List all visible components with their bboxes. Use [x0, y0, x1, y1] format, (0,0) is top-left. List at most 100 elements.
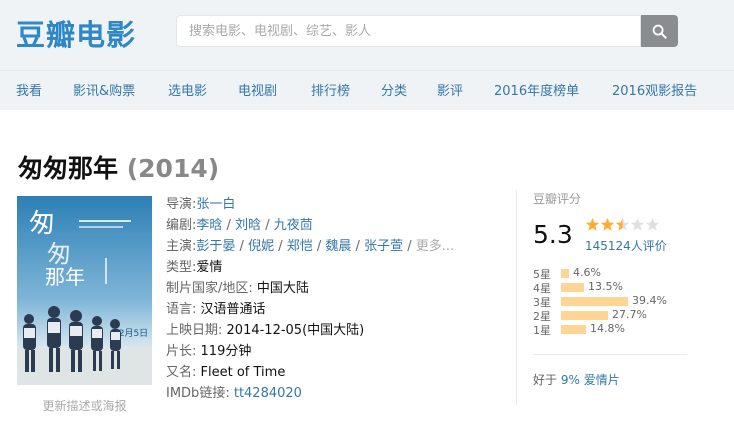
better-than: 好于 9% 爱情片: [533, 371, 620, 388]
separator: /: [351, 239, 365, 254]
better-genre-link[interactable]: 爱情片: [584, 373, 620, 387]
nav-item-reviews[interactable]: 影评: [437, 80, 463, 99]
info-writers: 编剧:李晗 / 刘晗 / 九夜茴: [166, 215, 506, 236]
star-fill-icon: [600, 218, 615, 231]
info-director: 导演:张一白: [166, 194, 506, 215]
separator: /: [261, 218, 274, 233]
rating-dist-pct: 14.8%: [590, 322, 625, 335]
rating-stars: [585, 218, 660, 231]
cast-link[interactable]: 倪妮: [248, 239, 274, 254]
search-button[interactable]: [641, 15, 678, 47]
movie-title: 匆匆那年: [18, 154, 119, 183]
nav-item-mine[interactable]: 我看: [16, 80, 42, 99]
rating-distribution: 5星 4.6% 4星 13.5% 3星 39.4% 2星 27.7% 1星 14.8%: [533, 266, 703, 337]
rating-score: 5.3: [533, 220, 573, 249]
cast-link[interactable]: 郑恺: [287, 239, 313, 254]
writer-link[interactable]: 李晗: [196, 218, 222, 233]
info-language: 语言: 汉语普通话: [166, 299, 506, 320]
separator: /: [403, 239, 416, 254]
info-label: IMDb链接:: [166, 386, 230, 401]
info-imdb: IMDb链接: tt4284020: [166, 383, 506, 404]
info-label: 语言:: [166, 302, 197, 317]
info-label: 制片国家/地区:: [166, 281, 253, 296]
nav-item-annual-list[interactable]: 2016年度榜单: [494, 80, 579, 99]
cast-link[interactable]: 张子萱: [364, 239, 403, 254]
info-label: 类型:: [166, 260, 197, 275]
logo[interactable]: 豆瓣电影: [16, 12, 136, 54]
info-label: 上映日期:: [166, 323, 223, 338]
genre-value: 爱情: [196, 260, 223, 275]
rating-dist-pct: 39.4%: [632, 294, 667, 307]
star-icon: [630, 218, 645, 231]
info-aka: 又名: Fleet of Time: [166, 362, 506, 383]
better-pct-link[interactable]: 9%: [561, 373, 580, 387]
separator: /: [235, 239, 249, 254]
info-runtime: 片长: 119分钟: [166, 341, 506, 362]
info-genre: 类型:爱情: [166, 257, 506, 278]
separator: /: [274, 239, 287, 254]
header-divider: [0, 70, 734, 71]
poster-title-glyph: 匆: [29, 209, 55, 239]
rating-divider: [533, 354, 687, 355]
region-value: 中国大陆: [256, 281, 309, 296]
rating-dist-row: 5星 4.6%: [533, 266, 703, 281]
movie-info: 导演:张一白 编剧:李晗 / 刘晗 / 九夜茴 主演:彭于晏 / 倪妮 / 郑恺…: [166, 194, 506, 404]
nav-item-charts[interactable]: 排行榜: [311, 80, 350, 99]
runtime-value: 119分钟: [200, 344, 252, 359]
aka-value: Fleet of Time: [200, 365, 286, 380]
rating-dist-pct: 13.5%: [588, 280, 623, 293]
search-input[interactable]: [177, 16, 640, 46]
info-rating-divider: [516, 190, 517, 405]
nav-item-explore[interactable]: 选电影: [168, 80, 207, 99]
info-release: 上映日期: 2014-12-05(中国大陆): [166, 320, 506, 341]
rating-dist-label: 1星: [533, 324, 551, 337]
cast-link[interactable]: 彭于晏: [196, 239, 235, 254]
info-cast: 主演:彭于晏 / 倪妮 / 郑恺 / 魏晨 / 张子萱 / 更多...: [166, 236, 506, 257]
rating-dist-bar: [561, 283, 584, 292]
rating-dist-pct: 27.7%: [612, 308, 647, 321]
movie-year: (2014): [126, 154, 220, 183]
better-prefix: 好于: [533, 373, 558, 387]
rating-dist-row: 2星 27.7%: [533, 308, 703, 323]
info-label: 片长:: [166, 344, 197, 359]
separator: /: [312, 239, 326, 254]
star-fill-icon: [585, 218, 600, 231]
rating-dist-row: 1星 14.8%: [533, 322, 703, 337]
info-label: 导演:: [166, 197, 197, 212]
separator: /: [222, 218, 236, 233]
info-label: 编剧:: [166, 218, 197, 233]
language-value: 汉语普通话: [200, 302, 266, 317]
nav-item-tags[interactable]: 分类: [381, 80, 407, 99]
poster-image: 匆 匆 那年 12月5日: [17, 196, 152, 385]
cast-more-link[interactable]: 更多...: [416, 239, 454, 254]
search-box[interactable]: [176, 15, 641, 47]
nav-item-annual-report[interactable]: 2016观影报告: [612, 80, 697, 99]
rating-panel: 豆瓣评分 5.3 145124人评价 5星 4.6% 4星 13.5% 3星 39.4% 2…: [533, 190, 703, 337]
writer-link[interactable]: 刘晗: [235, 218, 261, 233]
rating-dist-bar: [561, 297, 628, 306]
main-nav: 我看 影讯&购票 选电影 电视剧 排行榜 分类 影评 2016年度榜单 2016…: [0, 80, 734, 102]
cast-link[interactable]: 魏晨: [325, 239, 351, 254]
rating-dist-pct: 4.6%: [573, 266, 601, 279]
imdb-link[interactable]: tt4284020: [234, 386, 302, 401]
rating-dist-bar: [561, 311, 608, 320]
info-label: 主演:: [166, 239, 197, 254]
release-value: 2014-12-05(中国大陆): [226, 323, 365, 338]
poster-title-glyph: 匆: [47, 240, 71, 268]
votes-link[interactable]: 145124人评价: [585, 237, 667, 254]
search-icon: [652, 24, 667, 39]
star-icon: [645, 218, 660, 231]
info-label: 又名:: [166, 365, 197, 380]
rating-dist-row: 4星 13.5%: [533, 280, 703, 295]
nav-item-tv[interactable]: 电视剧: [238, 80, 277, 99]
page-title: 匆匆那年 (2014): [18, 149, 219, 185]
update-poster-link[interactable]: 更新描述或海报: [17, 397, 152, 414]
nav-item-showtimes[interactable]: 影讯&购票: [73, 80, 135, 99]
director-link[interactable]: 张一白: [196, 197, 235, 212]
movie-poster[interactable]: 匆 匆 那年 12月5日: [17, 196, 152, 385]
rating-dist-row: 3星 39.4%: [533, 294, 703, 309]
rating-dist-bar: [561, 269, 569, 278]
rating-dist-bar: [561, 325, 586, 334]
writer-link[interactable]: 九夜茴: [274, 218, 313, 233]
poster-title-glyph: 那年: [45, 265, 85, 289]
